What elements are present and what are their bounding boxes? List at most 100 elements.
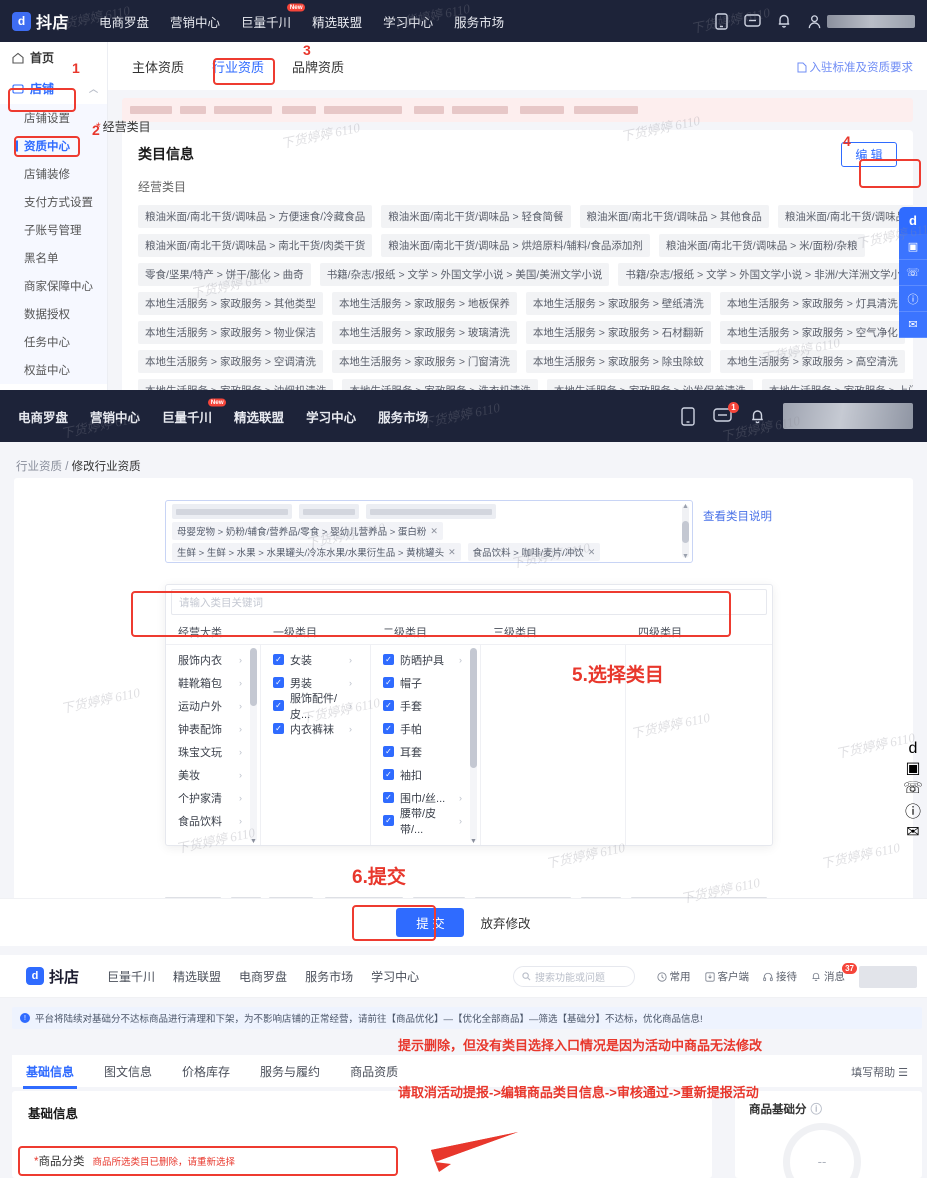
nav-item-market[interactable]: 服务市场	[378, 407, 428, 426]
category-option[interactable]: ✓ 袖扣	[371, 763, 480, 786]
checkbox-checked-icon[interactable]: ✓	[383, 746, 394, 757]
sidebar-item-subaccount[interactable]: 子账号管理	[0, 216, 107, 244]
category-option[interactable]: ✓ 耳套	[371, 740, 480, 763]
breadcrumb-parent[interactable]: 行业资质	[16, 461, 62, 473]
rail-message-icon[interactable]: ✉	[899, 312, 927, 338]
scroll-down-icon[interactable]: ▼	[682, 553, 689, 560]
sidebar-item-blacklist[interactable]: 黑名单	[0, 244, 107, 272]
nav-item-learning[interactable]: 学习中心	[306, 407, 356, 426]
checkbox-checked-icon[interactable]: ✓	[383, 700, 394, 711]
nav-item-compass[interactable]: 电商罗盘	[99, 12, 149, 31]
nav-item-qianchuan[interactable]: 巨量千川	[107, 968, 155, 985]
toolbar-frequent[interactable]: 常用	[656, 969, 691, 984]
checkbox-checked-icon[interactable]: ✓	[383, 769, 394, 780]
tab-media-info[interactable]: 图文信息	[104, 1063, 152, 1080]
scroll-up-icon[interactable]: ▲	[682, 503, 689, 510]
checkbox-checked-icon[interactable]: ✓	[273, 723, 284, 734]
checkbox-checked-icon[interactable]: ✓	[383, 792, 394, 803]
rail-headset-icon[interactable]: ☏	[899, 260, 927, 286]
nav-item-alliance[interactable]: 精选联盟	[312, 12, 362, 31]
remove-tag-icon[interactable]: ✕	[430, 526, 438, 537]
rail-headset-icon[interactable]: ☏	[903, 778, 923, 798]
checkbox-checked-icon[interactable]: ✓	[273, 677, 284, 688]
column-scrollbar[interactable]: ▼	[470, 648, 477, 845]
category-option[interactable]: ✓ 内衣裤袜 ›	[261, 717, 370, 740]
category-option[interactable]: 服饰内衣 ›	[166, 648, 260, 671]
nav-item-market[interactable]: 服务市场	[305, 968, 353, 985]
rail-info-icon[interactable]: ⓘ	[899, 286, 927, 312]
mobile-icon[interactable]	[681, 406, 695, 426]
tab-service-contract[interactable]: 服务与履约	[260, 1063, 320, 1080]
tab-price-stock[interactable]: 价格库存	[182, 1063, 230, 1080]
category-option[interactable]: 运动户外 ›	[166, 694, 260, 717]
toolbar-reception[interactable]: 接待	[763, 969, 797, 984]
checkbox-checked-icon[interactable]: ✓	[273, 654, 284, 665]
tab-goods-qualification[interactable]: 商品资质	[350, 1063, 398, 1080]
rail-panel-icon[interactable]: ▣	[899, 234, 927, 260]
checkbox-checked-icon[interactable]: ✓	[383, 677, 394, 688]
selected-tag-blurred[interactable]	[172, 504, 292, 519]
category-option[interactable]: 鞋靴箱包 ›	[166, 671, 260, 694]
nav-item-learning[interactable]: 学习中心	[383, 12, 433, 31]
selected-tag[interactable]: 生鲜 > 生鲜 > 水果 > 水果罐头/冷冻水果/水果衍生品 > 黄桃罐头 ✕	[172, 543, 461, 561]
sidebar-item-data-auth[interactable]: 数据授权	[0, 300, 107, 328]
avatar[interactable]	[807, 14, 915, 29]
brand-logo[interactable]: d 抖店	[12, 9, 69, 33]
bell-icon[interactable]	[750, 408, 765, 425]
nav-item-alliance[interactable]: 精选联盟	[234, 407, 284, 426]
category-option[interactable]: 美妆 ›	[166, 763, 260, 786]
tab-brand-qualification[interactable]: 品牌资质	[292, 57, 344, 76]
checkbox-checked-icon[interactable]: ✓	[383, 654, 394, 665]
category-option[interactable]: ✓ 手帕	[371, 717, 480, 740]
checkbox-checked-icon[interactable]: ✓	[383, 815, 394, 826]
category-option[interactable]: ✓ 腰带/皮带/... ›	[371, 808, 480, 836]
view-category-desc-link[interactable]: 查看类目说明	[703, 508, 772, 524]
toolbar-messages[interactable]: 消息 37	[811, 963, 857, 984]
nav-item-market[interactable]: 服务市场	[454, 12, 504, 31]
sidebar-item-merchant-guarantee[interactable]: 商家保障中心	[0, 272, 107, 300]
sidebar-item-benefits-center[interactable]: 权益中心	[0, 356, 107, 384]
nav-item-learning[interactable]: 学习中心	[371, 968, 419, 985]
rail-message-icon[interactable]: ✉	[906, 822, 919, 842]
nav-item-qianchuan[interactable]: 巨量千川 New	[162, 397, 227, 426]
category-option[interactable]: 食品饮料 ›	[166, 809, 260, 832]
sidebar-item-task-center[interactable]: 任务中心	[0, 328, 107, 356]
category-option[interactable]: 珠宝文玩 ›	[166, 740, 260, 763]
nav-item-qianchuan[interactable]: 巨量千川 New	[241, 2, 306, 31]
chat-icon-wrap[interactable]: 1	[713, 402, 739, 424]
help-icon[interactable]: ⓘ	[811, 1101, 823, 1117]
category-option[interactable]: ✓ 帽子	[371, 671, 480, 694]
tab-entity-qualification[interactable]: 主体资质	[132, 57, 184, 76]
rail-panel-icon[interactable]: ▣	[905, 758, 920, 778]
tab-industry-qualification[interactable]: 行业资质	[212, 57, 264, 76]
nav-item-marketing[interactable]: 营销中心	[170, 12, 220, 31]
rail-info-icon[interactable]: ⓘ	[905, 798, 921, 822]
chat-icon[interactable]	[744, 13, 761, 29]
business-category-select[interactable]: ▲ ▼ 母婴宠物 > 奶粉/辅食/营养品/零食 > 婴幼儿营养品 > 蛋白粉 ✕ 生…	[165, 500, 693, 563]
fill-help-link[interactable]: 填写帮助 ☰	[851, 1064, 908, 1080]
tab-basic-info[interactable]: 基础信息	[22, 1063, 78, 1089]
category-option[interactable]: ✓ 服饰配件/皮... ›	[261, 693, 370, 721]
category-option[interactable]: ✓ 手套	[371, 694, 480, 717]
submit-button[interactable]: 提 交	[396, 908, 465, 937]
global-search-input[interactable]: 搜索功能或问题	[513, 966, 635, 987]
selected-tag-blurred[interactable]	[366, 504, 496, 519]
nav-item-compass[interactable]: 电商罗盘	[239, 968, 287, 985]
category-option[interactable]: 钟表配饰 ›	[166, 717, 260, 740]
category-option[interactable]: ✓ 女装 ›	[261, 648, 370, 671]
remove-tag-icon[interactable]: ✕	[588, 547, 596, 558]
category-option[interactable]: ✓ 防晒护具 ›	[371, 648, 480, 671]
mobile-icon[interactable]	[715, 12, 728, 30]
sidebar-item-shop-decoration[interactable]: 店铺装修	[0, 160, 107, 188]
sidebar-item-home[interactable]: 首页	[0, 42, 107, 73]
nav-item-marketing[interactable]: 营销中心	[90, 407, 140, 426]
selected-tag[interactable]: 母婴宠物 > 奶粉/辅食/营养品/零食 > 婴幼儿营养品 > 蛋白粉 ✕	[172, 522, 443, 540]
checkbox-checked-icon[interactable]: ✓	[273, 700, 284, 711]
scroll-down-icon[interactable]: ▼	[470, 838, 477, 845]
checkbox-checked-icon[interactable]: ✓	[383, 723, 394, 734]
column-scrollbar[interactable]: ▼	[250, 648, 257, 845]
select-scrollbar[interactable]: ▲ ▼	[682, 503, 689, 560]
bell-icon[interactable]	[777, 13, 791, 29]
discard-changes-button[interactable]: 放弃修改	[480, 913, 530, 932]
nav-item-alliance[interactable]: 精选联盟	[173, 968, 221, 985]
